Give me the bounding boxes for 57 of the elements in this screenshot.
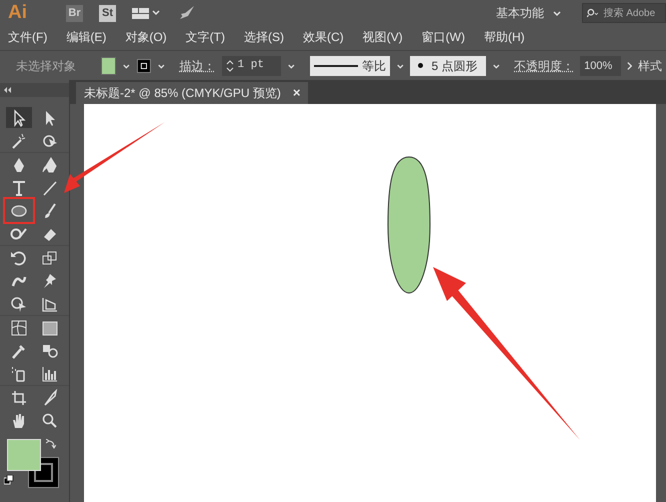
caret-icon[interactable] (287, 62, 296, 70)
artboard-icon (10, 388, 28, 406)
stroke-weight-value: 1 pt (238, 58, 265, 74)
caret-icon[interactable] (156, 62, 166, 70)
close-button[interactable]: × (292, 83, 300, 103)
search-icon (40, 412, 58, 430)
gradient-icon (40, 318, 58, 336)
fill-stroke-swatches-drawing[interactable] (7, 439, 59, 488)
fill-swatch[interactable] (100, 56, 116, 74)
caret-icon[interactable] (396, 62, 404, 70)
document-tab[interactable]: 未标题-2* @ 85% (CMYK/GPU 预览) × (76, 82, 308, 104)
stroke-label[interactable]: 描边： (180, 56, 216, 74)
menu-item[interactable]: 窗口(W) (422, 28, 465, 46)
line-icon (314, 64, 358, 68)
menu-item[interactable]: 对象(O) (125, 28, 167, 46)
default-colors-icon[interactable] (4, 475, 14, 485)
app-button[interactable]: Br (66, 4, 83, 22)
workspace-label: 基本功能 (496, 5, 544, 22)
workspace-switcher[interactable]: 基本功能 (492, 4, 566, 22)
menu-item[interactable]: 帮助(H) (484, 28, 525, 46)
stepper-icon (226, 58, 234, 72)
line-icon (40, 178, 58, 196)
bar-chart-icon (40, 364, 58, 382)
menu-item[interactable]: 文字(T) (186, 28, 225, 46)
search-field[interactable]: 搜索 Adobe (582, 3, 666, 23)
caret-icon[interactable] (492, 62, 500, 70)
search-input[interactable]: 搜索 Adobe (603, 6, 661, 20)
opacity-label[interactable]: 不透明度： (514, 56, 574, 74)
menu-item[interactable]: 视图(V) (362, 28, 403, 46)
mesh-icon (10, 318, 28, 336)
selection-status: 未选择对象 (16, 58, 77, 74)
collapse-icon[interactable] (4, 87, 12, 93)
brush-dropdown[interactable]: 5 点圆形 (410, 56, 486, 76)
rotate-icon (10, 248, 28, 266)
stroke-swatch-icon[interactable] (137, 58, 151, 74)
chevron-right-icon[interactable] (626, 60, 632, 70)
app-logo: Ai (8, 0, 28, 25)
tool-button[interactable] (6, 107, 32, 128)
menu-item[interactable]: 编辑(E) (66, 28, 106, 46)
caret-icon[interactable] (122, 62, 132, 70)
search-icon (587, 7, 600, 19)
style-label[interactable]: 样式 (638, 56, 662, 74)
type-icon (10, 178, 28, 196)
magic-wand-icon (10, 132, 28, 150)
tool-button[interactable] (6, 200, 32, 221)
menu-item[interactable]: 选择(S) (244, 28, 284, 46)
layout-icon[interactable] (132, 6, 162, 20)
caret-icon (552, 9, 562, 17)
stroke-profile-dropdown[interactable]: 等比 (310, 56, 390, 76)
opacity-field[interactable]: 100% (580, 56, 621, 76)
dot-icon (418, 63, 424, 68)
app-button[interactable]: St (99, 4, 116, 22)
swap-icon[interactable] (46, 439, 56, 449)
menu-item[interactable]: 文件(F) (8, 28, 48, 46)
scale-icon (40, 248, 58, 266)
stroke-weight-field[interactable]: 1 pt (222, 56, 282, 76)
menu-item[interactable]: 效果(C) (302, 28, 344, 46)
